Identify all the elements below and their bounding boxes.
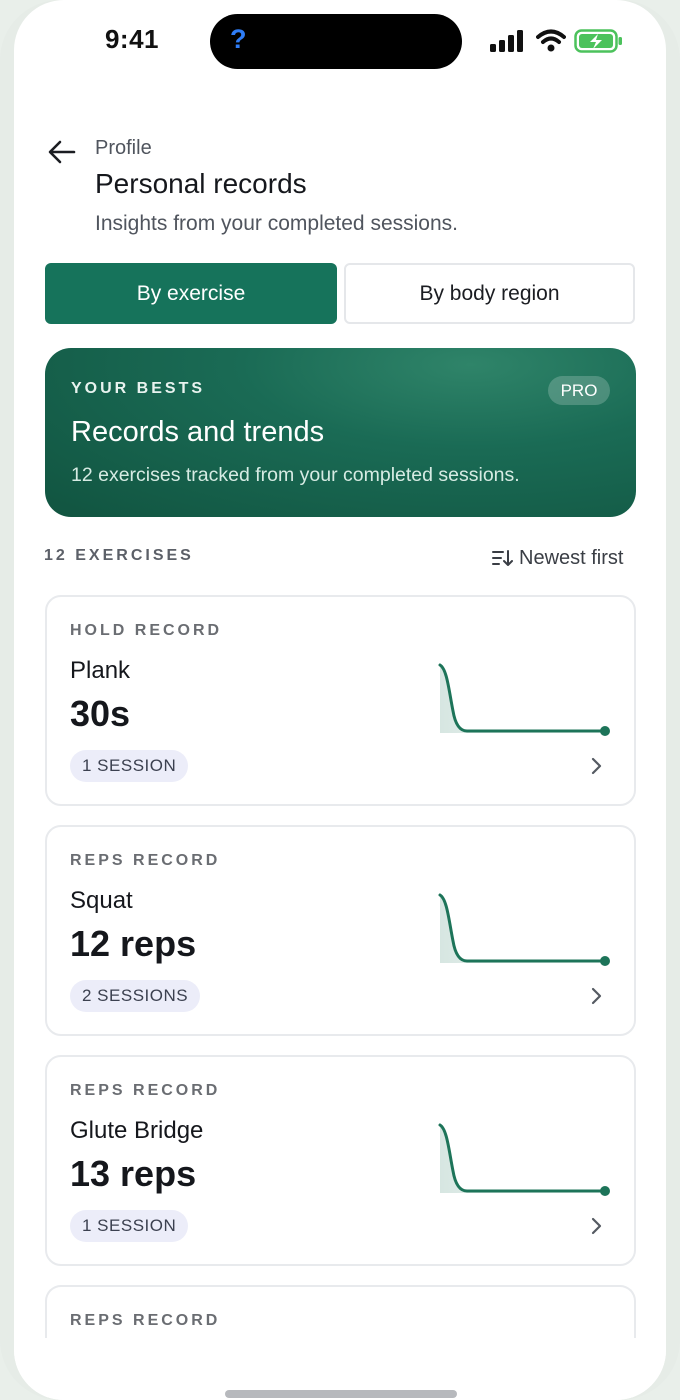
phone-frame: 9:41 ? Profile Personal records Insights… — [0, 0, 680, 1400]
bests-hero-card: YOUR BESTS PRO Records and trends 12 exe… — [45, 348, 636, 517]
status-icons — [490, 28, 630, 56]
hero-eyebrow: YOUR BESTS — [71, 380, 206, 397]
record-value: 13 reps — [70, 1153, 197, 1194]
exercise-name: Squat — [70, 887, 133, 914]
record-value: 12 reps — [70, 923, 197, 964]
chevron-right-icon — [591, 1217, 602, 1235]
record-card[interactable]: HOLD RECORD Plank 30s 1 SESSION — [45, 595, 636, 806]
sort-label: Newest first — [519, 546, 624, 569]
record-type: REPS RECORD — [70, 852, 221, 869]
wifi-icon — [536, 29, 566, 52]
exercise-name: Glute Bridge — [70, 1117, 204, 1144]
help-icon: ? — [230, 24, 247, 54]
home-indicator[interactable] — [225, 1390, 457, 1398]
hero-description: 12 exercises tracked from your completed… — [71, 464, 520, 486]
record-card[interactable]: REPS RECORD — [45, 1285, 636, 1340]
exercise-name: Plank — [70, 657, 131, 684]
breadcrumb[interactable]: Profile — [95, 137, 152, 160]
chevron-right-icon — [591, 987, 602, 1005]
sort-button[interactable]: Newest first — [492, 544, 638, 572]
screen: 9:41 ? Profile Personal records Insights… — [14, 0, 666, 1400]
tab-by-exercise[interactable]: By exercise — [45, 263, 337, 324]
battery-charging-icon — [574, 29, 622, 53]
record-card[interactable]: REPS RECORD Squat 12 reps 2 SESSIONS — [45, 825, 636, 1036]
record-type: REPS RECORD — [70, 1082, 221, 1099]
record-value: 30s — [70, 693, 131, 734]
dynamic-island: ? — [210, 14, 462, 69]
status-time: 9:41 — [104, 24, 160, 54]
exercise-count-label: 12 EXERCISES — [44, 547, 194, 564]
trend-sparkline — [438, 1123, 610, 1196]
sessions-badge: 1 SESSION — [70, 1210, 189, 1242]
sessions-badge: 2 SESSIONS — [70, 980, 201, 1012]
record-type: HOLD RECORD — [70, 622, 223, 639]
trend-sparkline — [438, 893, 610, 966]
sessions-badge: 1 SESSION — [70, 750, 189, 782]
cellular-signal-icon — [490, 30, 523, 52]
record-type: REPS RECORD — [70, 1312, 221, 1329]
hero-title: Records and trends — [71, 416, 325, 448]
tab-by-body-region[interactable]: By body region — [344, 263, 635, 324]
pro-badge: PRO — [548, 376, 610, 405]
chevron-right-icon — [591, 757, 602, 775]
sort-icon — [492, 550, 513, 566]
back-arrow-icon[interactable] — [44, 134, 80, 170]
trend-sparkline — [438, 663, 610, 736]
page-title: Personal records — [95, 168, 307, 199]
page-subtitle: Insights from your completed sessions. — [95, 212, 458, 235]
record-card[interactable]: REPS RECORD Glute Bridge 13 reps 1 SESSI… — [45, 1055, 636, 1266]
